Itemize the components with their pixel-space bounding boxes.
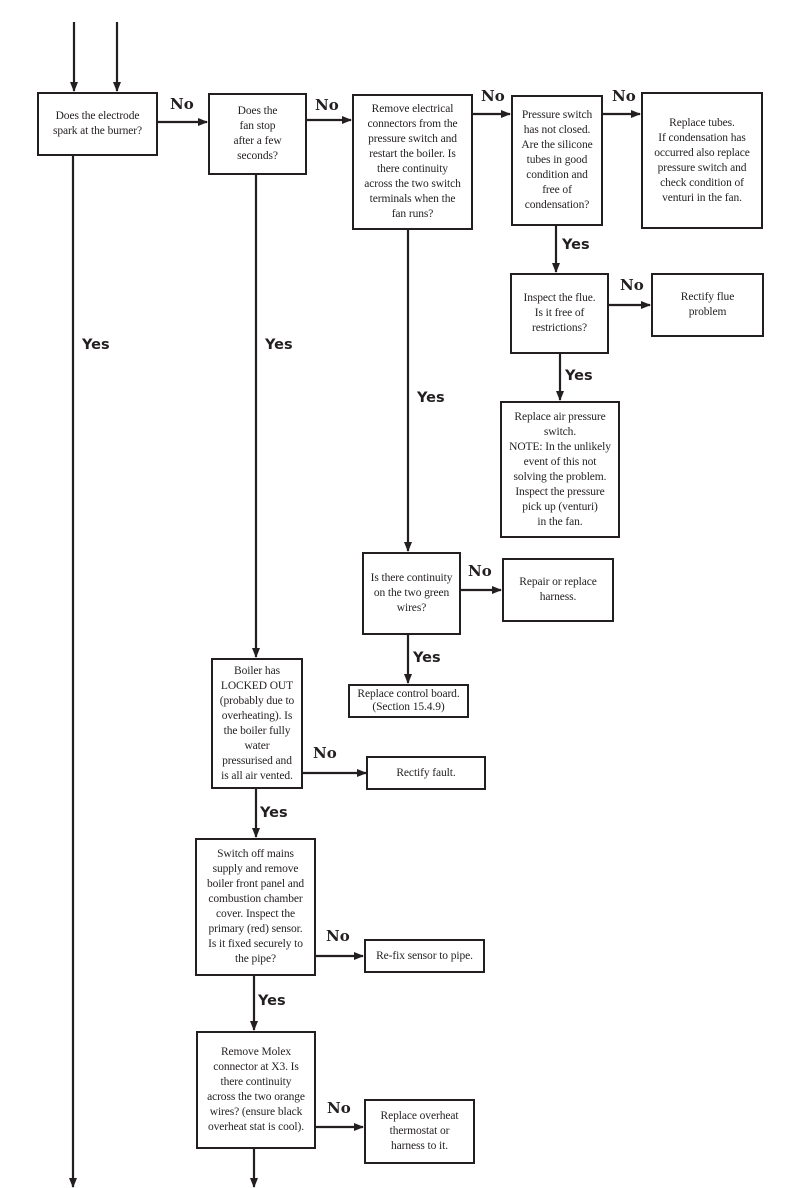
- node-text: Replace tubes. If condensation has occur…: [654, 116, 750, 204]
- node-pressure-switch: Pressure switch has not closed. Are the …: [511, 95, 603, 226]
- node-electrode-spark: Does the electrode spark at the burner?: [37, 92, 158, 156]
- label-pressure-yes: Yes: [562, 237, 590, 253]
- node-text: Repair or replace harness.: [519, 576, 597, 603]
- label-sensor-no: No: [326, 927, 350, 945]
- node-replace-overheat-stat: Replace overheat thermostat or harness t…: [364, 1099, 475, 1164]
- node-inspect-flue: Inspect the flue. Is it free of restrict…: [510, 273, 609, 354]
- label-green-yes: Yes: [413, 650, 441, 666]
- node-text: Is there continuity on the two green wir…: [370, 572, 453, 614]
- label-electrode-yes: Yes: [82, 337, 110, 353]
- node-text: Re-fix sensor to pipe.: [376, 949, 473, 962]
- node-text: Rectify flue problem: [680, 291, 735, 318]
- label-pressure-no: No: [612, 87, 636, 105]
- node-text: Replace control board. (Section 15.4.9): [357, 688, 460, 713]
- node-rectify-flue: Rectify flue problem: [651, 273, 764, 337]
- node-replace-air-pressure-switch: Replace air pressure switch. NOTE: In th…: [500, 401, 620, 538]
- node-text: Switch off mains supply and remove boile…: [206, 848, 305, 965]
- node-fan-stop: Does the fan stop after a few seconds?: [208, 93, 307, 175]
- node-text: Inspect the flue. Is it free of restrict…: [523, 292, 596, 334]
- node-text: Remove electrical connectors from the pr…: [364, 103, 461, 220]
- label-connectors-yes: Yes: [417, 390, 445, 406]
- label-fan-no: No: [315, 96, 339, 114]
- node-repair-harness: Repair or replace harness.: [502, 558, 614, 622]
- label-green-no: No: [468, 562, 492, 580]
- node-remove-connectors: Remove electrical connectors from the pr…: [352, 94, 473, 230]
- label-fan-yes: Yes: [265, 337, 293, 353]
- label-molex-no: No: [327, 1099, 351, 1117]
- node-text: Rectify fault.: [396, 766, 456, 779]
- label-electrode-no: No: [170, 95, 194, 113]
- label-connectors-no: No: [481, 87, 505, 105]
- flowchart: Does the electrode spark at the burner? …: [0, 0, 798, 1188]
- label-flue-yes: Yes: [565, 368, 593, 384]
- node-green-wires: Is there continuity on the two green wir…: [362, 552, 461, 635]
- node-rectify-fault: Rectify fault.: [366, 756, 486, 790]
- node-switch-off-mains: Switch off mains supply and remove boile…: [195, 838, 316, 976]
- node-text: Remove Molex connector at X3. Is there c…: [207, 1046, 305, 1133]
- node-text: Replace air pressure switch. NOTE: In th…: [509, 410, 611, 528]
- node-refix-sensor: Re-fix sensor to pipe.: [364, 939, 485, 973]
- label-sensor-yes: Yes: [258, 993, 286, 1009]
- label-flue-no: No: [620, 276, 644, 294]
- label-locked-yes: Yes: [260, 805, 288, 821]
- node-text: Pressure switch has not closed. Are the …: [521, 109, 593, 211]
- node-replace-control-board: Replace control board. (Section 15.4.9): [348, 684, 469, 718]
- label-locked-no: No: [313, 744, 337, 762]
- node-replace-tubes: Replace tubes. If condensation has occur…: [641, 92, 763, 229]
- node-text: Replace overheat thermostat or harness t…: [380, 1110, 459, 1152]
- node-text: Boiler has LOCKED OUT (probably due to o…: [219, 664, 295, 782]
- node-text: Does the fan stop after a few seconds?: [233, 105, 282, 162]
- node-remove-molex: Remove Molex connector at X3. Is there c…: [196, 1031, 316, 1149]
- node-text: Does the electrode spark at the burner?: [52, 110, 142, 137]
- node-locked-out: Boiler has LOCKED OUT (probably due to o…: [211, 658, 303, 789]
